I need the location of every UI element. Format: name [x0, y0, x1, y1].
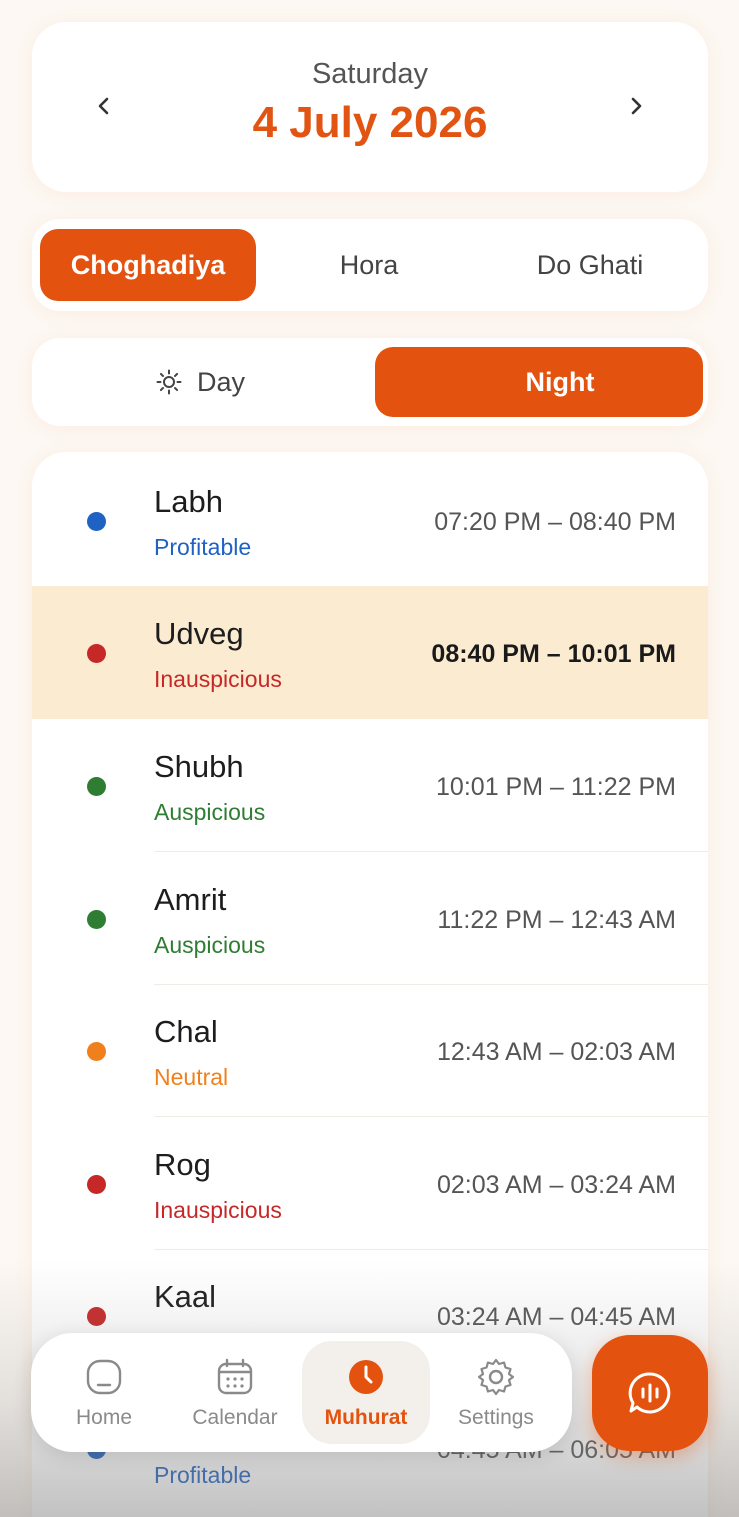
muhurat-quality: Inauspicious	[154, 666, 282, 692]
muhurat-quality: Neutral	[154, 1064, 229, 1090]
status-dot	[87, 1307, 106, 1326]
muhurat-time: 08:40 PM – 10:01 PM	[431, 640, 676, 668]
list-item[interactable]: Shubh Auspicious 10:01 PM – 11:22 PM	[32, 719, 708, 852]
weekday-label: Saturday	[311, 58, 429, 90]
muhurat-quality: Profitable	[154, 534, 252, 560]
status-dot	[87, 1042, 106, 1061]
list-item-current[interactable]: Udveg Inauspicious 08:40 PM – 10:01 PM	[32, 586, 708, 719]
muhurat-time: 10:01 PM – 11:22 PM	[436, 773, 676, 801]
night-label: Night	[525, 366, 595, 397]
muhurat-name: Kaal	[154, 1279, 217, 1314]
home-icon	[86, 1359, 122, 1394]
list-item[interactable]: Chal Neutral 12:43 AM – 02:03 AM	[32, 984, 708, 1117]
status-dot	[87, 644, 106, 663]
list-item[interactable]: Rog Inauspicious 02:03 AM – 03:24 AM	[32, 1117, 708, 1250]
muhurat-type-tabs: Choghadiya Hora Do Ghati	[32, 219, 708, 311]
list-item[interactable]: Labh Profitable 07:20 PM – 08:40 PM	[32, 454, 708, 587]
muhurat-quality: Auspicious	[154, 932, 266, 958]
tab-do-ghati[interactable]: Do Ghati	[482, 229, 698, 301]
status-dot	[87, 777, 106, 796]
muhurat-name: Udveg	[154, 616, 244, 651]
nav-home[interactable]: Home	[40, 1341, 168, 1444]
day-night-toggle: Day Night	[32, 338, 708, 426]
muhurat-quality: Auspicious	[154, 799, 266, 825]
calendar-icon	[217, 1358, 253, 1394]
day-label: Day	[196, 366, 245, 397]
nav-calendar[interactable]: Calendar	[171, 1341, 299, 1444]
tab-hora[interactable]: Hora	[261, 229, 477, 301]
muhurat-time: 02:03 AM – 03:24 AM	[436, 1171, 676, 1199]
muhurat-name: Rog	[154, 1147, 211, 1182]
muhurat-time: 03:24 AM – 04:45 AM	[436, 1303, 676, 1331]
night-toggle-button[interactable]: Night	[375, 347, 703, 417]
nav-label: Settings	[458, 1405, 534, 1429]
nav-label: Muhurat	[324, 1405, 408, 1429]
clock-icon	[349, 1359, 383, 1394]
tab-choghadiya[interactable]: Choghadiya	[40, 229, 256, 301]
muhurat-name: Amrit	[154, 882, 227, 917]
muhurat-name: Shubh	[154, 749, 244, 784]
voice-chat-button[interactable]	[592, 1335, 708, 1451]
muhurat-name: Labh	[154, 484, 223, 519]
selected-date[interactable]: 4 July 2026	[32, 98, 708, 148]
chevron-right-icon	[631, 97, 642, 115]
list-item[interactable]: Amrit Auspicious 11:22 PM – 12:43 AM	[32, 852, 708, 985]
muhurat-quality: Inauspicious	[154, 1197, 282, 1223]
muhurat-time: 07:20 PM – 08:40 PM	[434, 508, 676, 536]
nav-label: Calendar	[192, 1405, 278, 1429]
next-day-button[interactable]	[618, 88, 654, 124]
moon-icon	[490, 372, 501, 392]
status-dot	[87, 910, 106, 929]
nav-muhurat[interactable]: Muhurat	[302, 1341, 430, 1444]
nav-label: Home	[75, 1405, 133, 1429]
muhurat-time: 12:43 AM – 02:03 AM	[436, 1038, 676, 1066]
muhurat-quality: Profitable	[154, 1462, 252, 1488]
sun-icon	[156, 369, 182, 395]
status-dot	[87, 512, 106, 531]
bottom-navigation: Home Calendar Muhurat Settings	[31, 1333, 572, 1452]
voice-chat-icon	[628, 1372, 671, 1414]
day-toggle-button[interactable]: Day	[36, 347, 364, 417]
gear-icon	[477, 1358, 515, 1395]
muhurat-time: 11:22 PM – 12:43 AM	[437, 906, 676, 934]
muhurat-name: Chal	[154, 1014, 218, 1049]
nav-settings[interactable]: Settings	[432, 1341, 560, 1444]
date-header-card: Saturday 4 July 2026	[32, 22, 708, 192]
status-dot	[87, 1175, 106, 1194]
